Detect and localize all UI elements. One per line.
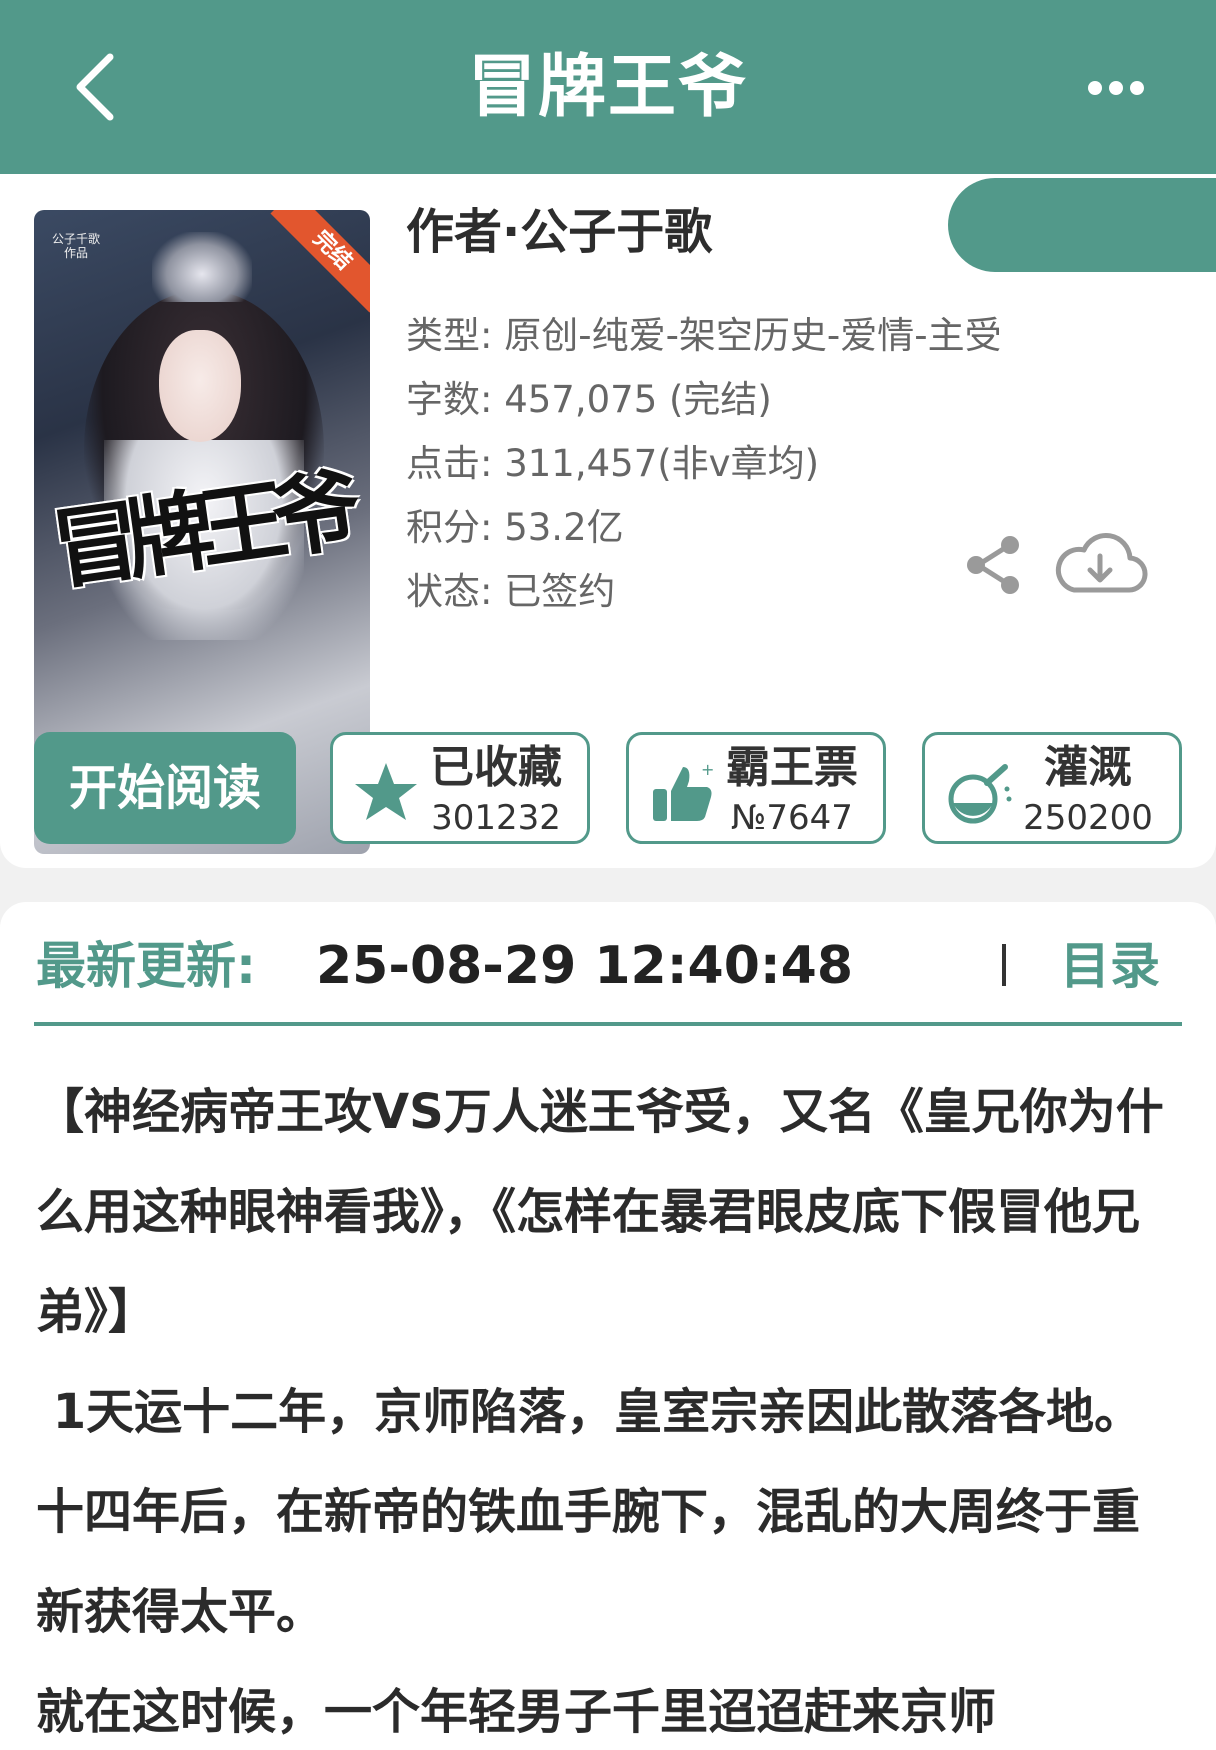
back-arrow-icon xyxy=(76,53,114,121)
follow-pill-button[interactable] xyxy=(948,178,1216,272)
share-button[interactable] xyxy=(964,534,1024,596)
underline xyxy=(34,1022,1182,1026)
cloud-download-icon xyxy=(1055,532,1148,593)
more-button[interactable] xyxy=(1080,66,1152,110)
latest-update-time: 25-08-29 12:40:48 xyxy=(316,936,854,996)
synopsis-paragraph: 就在这时候，一个年轻男子千里迢迢赶来京师 xyxy=(36,1684,997,1740)
favorite-button[interactable]: 已收藏 301232 xyxy=(330,732,590,844)
meta-status: 状态: 已签约 xyxy=(406,570,616,613)
synopsis: 【神经病帝王攻VS万人迷王爷受，又名《皇兄你为什么用这种眼神看我》，《怎样在暴君… xyxy=(0,1062,1216,1750)
share-icon xyxy=(967,536,1019,594)
favorite-label: 已收藏 xyxy=(430,742,562,793)
overlord-ticket-rank: №7647 xyxy=(731,798,853,838)
latest-update-label: 最新更新: xyxy=(36,937,256,995)
top-bar: 冒牌王爷 xyxy=(0,0,1216,174)
divider xyxy=(1002,944,1006,986)
meta-clicks: 点击: 311,457(非v章均) xyxy=(406,442,819,485)
table-of-contents-link[interactable]: 目录 xyxy=(1060,932,1160,1000)
page-title: 冒牌王爷 xyxy=(467,48,748,127)
cover-author-text: 公子千歌 作品 xyxy=(52,232,101,260)
book-meta-list: 类型: 原创-纯爱-架空历史-爱情-主受 字数: 457,075 (完结) 点击… xyxy=(406,304,1002,624)
irrigate-button[interactable]: 灌溉 250200 xyxy=(922,732,1182,844)
meta-word-count: 字数: 457,075 (完结) xyxy=(406,378,772,421)
latest-update-bar[interactable]: 最新更新: 25-08-29 12:40:48 目录 xyxy=(0,902,1216,1062)
more-dots-icon xyxy=(1088,81,1102,95)
start-reading-button[interactable]: 开始阅读 xyxy=(34,732,296,844)
favorite-count: 301232 xyxy=(431,798,561,838)
back-button[interactable] xyxy=(58,44,130,130)
overlord-ticket-button[interactable]: + 霸王票 №7647 xyxy=(626,732,886,844)
download-button[interactable] xyxy=(1052,532,1148,598)
overlord-ticket-label: 霸王票 xyxy=(726,742,858,793)
irrigate-count: 250200 xyxy=(1023,798,1153,838)
synopsis-paragraph: 1天运十二年，京师陷落，皇室宗亲因此散落各地。十四年后，在新帝的铁血手腕下，混乱… xyxy=(36,1384,1143,1640)
book-info-card: 公子千歌 作品 完结 冒牌王爷 作者·公子于歌 类型: 原创-纯爱-架空历史-爱… xyxy=(0,174,1216,868)
synopsis-paragraph: 【神经病帝王攻VS万人迷王爷受，又名《皇兄你为什么用这种眼神看我》，《怎样在暴君… xyxy=(36,1084,1164,1340)
irrigate-label: 灌溉 xyxy=(1044,742,1132,793)
completed-ribbon: 完结 xyxy=(270,210,370,313)
action-row: 开始阅读 已收藏 301232 + 霸王票 №7647 灌溉 250200 xyxy=(34,732,1184,844)
meta-genre: 类型: 原创-纯爱-架空历史-爱情-主受 xyxy=(406,314,1002,357)
meta-score: 积分: 53.2亿 xyxy=(406,506,624,549)
author-name[interactable]: 作者·公子于歌 xyxy=(406,200,712,264)
